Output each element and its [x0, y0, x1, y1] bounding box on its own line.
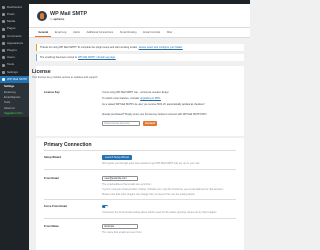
- from-name-input[interactable]: Example: [102, 224, 138, 229]
- license-key-input[interactable]: Paste license key here: [102, 121, 140, 126]
- from-name-help: The name that emails are sent from.: [102, 231, 143, 234]
- license-section: License Your license key provides access…: [32, 66, 244, 136]
- plugin-name: WP Mail SMTP: [50, 11, 88, 17]
- tab-smart-routing[interactable]: Smart Routing: [117, 31, 140, 37]
- setup-notice: Thanks for using WP Mail SMTP! To comple…: [36, 44, 244, 51]
- sidebar-item-dashboard[interactable]: Dashboard: [0, 4, 29, 11]
- brush-icon: [2, 42, 5, 46]
- license-purchased-text: Already purchased? Simply enter your lic…: [102, 113, 207, 116]
- users-icon: [2, 56, 5, 60]
- email-log-page-link[interactable]: WP Mail SMTP > Email Log page.: [78, 56, 116, 59]
- sidebar-item-pages[interactable]: Pages: [0, 26, 29, 33]
- tab-email-controls[interactable]: Email Controls: [140, 31, 164, 37]
- upgrade-pro-link[interactable]: upgrading to PRO.: [140, 97, 161, 100]
- license-key-label: License Key: [44, 91, 60, 94]
- section-divider: [44, 169, 236, 170]
- force-from-email-description: If checked, the From Email setting above…: [102, 211, 218, 214]
- sidebar-item-plugins[interactable]: Plugins: [0, 47, 29, 54]
- pin-icon: [2, 13, 5, 17]
- plugin-byline: by wpforms: [50, 18, 65, 21]
- launch-setup-wizard-button[interactable]: Launch Setup Wizard: [102, 155, 132, 160]
- media-icon: [2, 20, 5, 24]
- license-lite-text: You're using WP Mail SMTP Lite - no lice…: [102, 91, 169, 94]
- force-from-email-label: Force From Email: [44, 205, 67, 208]
- admin-sidebar: Dashboard Posts Media Pages Comments App…: [0, 4, 29, 250]
- plugin-logo-icon: [37, 11, 47, 21]
- plugin-icon: [2, 49, 5, 53]
- sidebar-submenu: Settings Email Log Email Reports Tools A…: [0, 83, 29, 118]
- tab-misc[interactable]: Misc: [164, 31, 176, 37]
- license-discount-text: As a valued WP Mail SMTP Lite user you r…: [102, 103, 205, 106]
- page-icon: [2, 27, 5, 31]
- force-from-email-toggle[interactable]: [102, 205, 108, 209]
- tab-additional-connections[interactable]: Additional Connections: [83, 31, 116, 37]
- section-divider: [44, 150, 236, 151]
- sidebar-item-wp-mail-smtp[interactable]: WP Mail SMTP: [0, 75, 29, 84]
- settings-icon: [2, 70, 5, 74]
- sidebar-item-users[interactable]: Users: [0, 54, 29, 61]
- license-description: Your license key provides access to upda…: [32, 76, 99, 79]
- comment-icon: [2, 34, 5, 38]
- sidebar-item-media[interactable]: Media: [0, 18, 29, 25]
- license-title: License: [32, 69, 51, 75]
- setup-wizard-label: Setup Wizard: [44, 156, 61, 159]
- from-email-help-2: If you're using an email provider (Yahoo…: [102, 188, 224, 191]
- email-log-notice: The email log has been moved to WP Mail …: [36, 53, 244, 61]
- primary-connection-title: Primary Connection: [44, 142, 92, 148]
- sidebar-item-tools[interactable]: Tools: [0, 62, 29, 69]
- from-email-help-3: Please note that other plugins can chang…: [102, 193, 196, 196]
- section-divider: [44, 199, 236, 200]
- connect-button[interactable]: Connect: [143, 121, 157, 126]
- section-divider: [44, 218, 236, 219]
- from-name-label: From Name: [44, 225, 59, 228]
- from-email-label: From Email: [44, 177, 59, 180]
- mail-icon: [2, 77, 5, 81]
- tab-alerts[interactable]: Alerts: [70, 31, 83, 37]
- configure-mailer-link[interactable]: please select and configure your Mailer.: [139, 46, 183, 49]
- settings-tabs: General Email Log Alerts Additional Conn…: [29, 28, 250, 38]
- from-email-help-1: The email address that emails are sent f…: [102, 183, 152, 186]
- tab-email-log[interactable]: Email Log: [51, 31, 69, 37]
- tab-general[interactable]: General: [35, 31, 52, 37]
- submenu-upgrade-to-pro[interactable]: Upgrade to Pro: [0, 111, 29, 116]
- sidebar-item-appearance[interactable]: Appearance: [0, 40, 29, 47]
- license-upgrade-text: To unlock more features, consider upgrad…: [102, 97, 161, 100]
- sidebar-item-settings[interactable]: Settings: [0, 69, 29, 76]
- from-email-input[interactable]: user@example.com: [102, 176, 138, 181]
- sidebar-item-comments[interactable]: Comments: [0, 33, 29, 40]
- sidebar-item-posts[interactable]: Posts: [0, 11, 29, 18]
- plugin-header: WP Mail SMTP by wpforms: [29, 4, 250, 28]
- wrench-icon: [2, 63, 5, 67]
- dashboard-icon: [2, 6, 5, 10]
- primary-connection-section: Primary Connection Setup Wizard Launch S…: [36, 138, 244, 250]
- notices: Thanks for using WP Mail SMTP! To comple…: [36, 44, 244, 63]
- setup-wizard-description: We'll guide you through each step needed…: [102, 162, 201, 165]
